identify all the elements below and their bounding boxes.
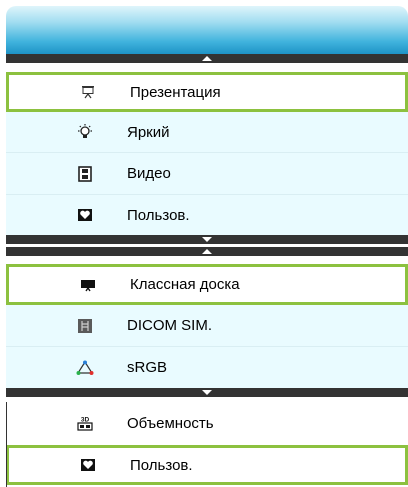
- arrow-up-icon: [202, 56, 212, 61]
- menu-item-label: Яркий: [127, 123, 170, 141]
- menu-item-label: Презентация: [130, 83, 221, 101]
- scroll-up-button[interactable]: [6, 54, 408, 63]
- arrow-down-icon: [202, 390, 212, 395]
- scroll-down-button[interactable]: [6, 388, 408, 397]
- menu-item-label: Объемность: [127, 414, 214, 432]
- menu-item-dicom[interactable]: DICOM SIM.: [6, 305, 408, 346]
- blackboard-icon: [79, 276, 97, 294]
- menu-item-presentation[interactable]: Презентация: [6, 72, 408, 112]
- frame-border: [6, 402, 7, 487]
- bright-bulb-icon: [76, 123, 94, 141]
- presentation-screen-icon: [79, 83, 97, 101]
- menu-item-label: Пользов.: [127, 206, 190, 224]
- scroll-down-button[interactable]: [6, 235, 408, 244]
- display-mode-menu: Презентация Яркий Видео Пользов. Классна…: [6, 6, 408, 487]
- arrow-up-icon: [202, 249, 212, 254]
- menu-item-3d[interactable]: 3D Объемность: [6, 403, 408, 443]
- menu-item-label: Пользов.: [130, 456, 193, 474]
- menu-item-label: Видео: [127, 165, 171, 182]
- menu-item-label: Классная доска: [130, 276, 240, 293]
- user-heart-icon: [76, 206, 94, 224]
- srgb-triangle-icon: [76, 359, 94, 377]
- arrow-down-icon: [202, 237, 212, 242]
- menu-item-user[interactable]: Пользов.: [6, 195, 408, 235]
- 3d-icon: 3D: [76, 414, 94, 432]
- menu-item-srgb[interactable]: sRGB: [6, 347, 408, 388]
- film-icon: [76, 165, 94, 183]
- menu-item-label: sRGB: [127, 359, 168, 376]
- menu-item-bright[interactable]: Яркий: [6, 112, 408, 152]
- menu-item-user[interactable]: Пользов.: [6, 445, 408, 485]
- user-heart-icon: [79, 456, 97, 474]
- xray-icon: [76, 317, 94, 335]
- scroll-up-button[interactable]: [6, 247, 408, 256]
- menu-item-blackboard[interactable]: Классная доска: [6, 264, 408, 305]
- menu-item-label: DICOM SIM.: [127, 317, 212, 334]
- menu-item-video[interactable]: Видео: [6, 153, 408, 194]
- menu-header: [6, 6, 408, 54]
